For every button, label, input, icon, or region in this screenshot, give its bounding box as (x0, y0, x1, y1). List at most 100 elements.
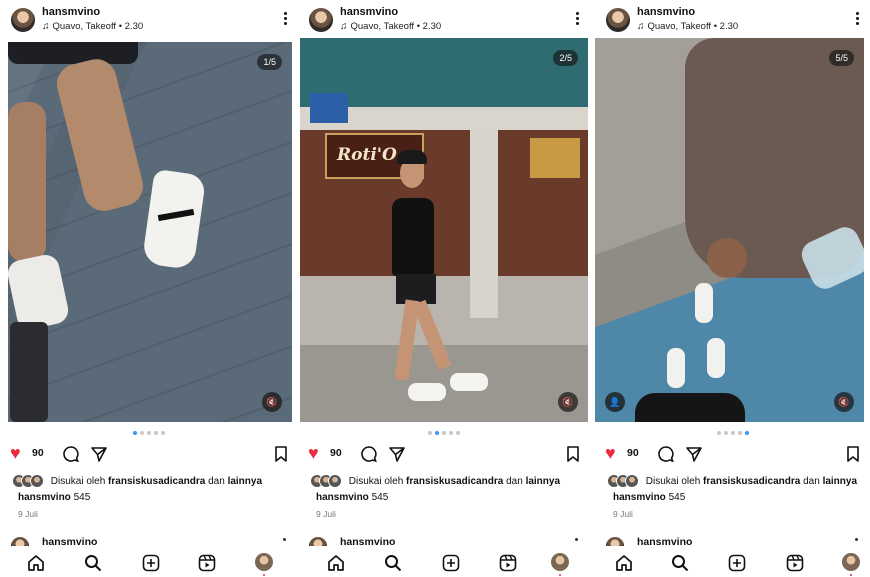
liked-by-others[interactable]: lainnya (526, 476, 560, 487)
liked-by-user[interactable]: fransiskusadicandra (703, 476, 800, 487)
post-username[interactable]: hansmvino (42, 6, 100, 18)
next-post-header: hansmvino (0, 532, 298, 555)
foreground-blur (10, 322, 48, 422)
liked-by[interactable]: Disukai oleh fransiskusadicandra dan lai… (12, 474, 294, 488)
profile-avatar[interactable] (255, 553, 273, 571)
liked-by[interactable]: Disukai oleh fransiskusadicandra dan lai… (310, 474, 586, 488)
post-panel-2: hansmvino ♫ Quavo, Takeoff • 2.30 Roti'O … (298, 0, 590, 577)
home-icon[interactable] (615, 554, 633, 572)
send-icon[interactable] (685, 445, 703, 463)
avatar[interactable] (11, 8, 35, 32)
avatar[interactable] (606, 8, 630, 32)
profile-avatar[interactable] (551, 553, 569, 571)
caption: hansmvino 545 (613, 492, 685, 503)
caption-username[interactable]: hansmvino (316, 492, 369, 503)
leg-left-shape (8, 102, 46, 262)
bookmark-icon[interactable] (566, 445, 580, 463)
audio-label: Quavo, Takeoff • 2.30 (350, 21, 442, 32)
action-bar: ♥ 90 (605, 444, 860, 464)
liked-by-suffix: dan (208, 475, 225, 487)
shorts-shape (8, 42, 138, 64)
bottom-nav (298, 546, 590, 577)
reels-icon[interactable] (499, 554, 517, 572)
comment-icon[interactable] (360, 445, 378, 463)
action-bar: ♥ 90 (10, 444, 288, 464)
heart-filled-icon[interactable]: ♥ (605, 444, 616, 462)
comment-icon[interactable] (657, 445, 675, 463)
search-icon[interactable] (84, 554, 102, 572)
post-photo[interactable]: Roti'O 2/5 🔇 (300, 38, 588, 422)
create-icon[interactable] (142, 554, 160, 572)
image-counter: 5/5 (829, 50, 854, 66)
reels-icon[interactable] (198, 554, 216, 572)
caption-username[interactable]: hansmvino (18, 492, 71, 503)
post-username[interactable]: hansmvino (637, 6, 695, 18)
speaker-muted-icon[interactable]: 🔇 (558, 392, 578, 412)
lamp-panel (530, 138, 580, 178)
home-icon[interactable] (27, 554, 45, 572)
next-post-header: hansmvino (298, 532, 590, 555)
post-username[interactable]: hansmvino (340, 6, 398, 18)
create-icon[interactable] (442, 554, 460, 572)
like-count[interactable]: 90 (627, 447, 639, 459)
reels-icon[interactable] (786, 554, 804, 572)
liked-by-others[interactable]: lainnya (823, 476, 857, 487)
liked-by-prefix: Disukai oleh (348, 475, 404, 487)
home-icon[interactable] (327, 554, 345, 572)
search-icon[interactable] (671, 554, 689, 572)
search-icon[interactable] (384, 554, 402, 572)
caption-text: 545 (668, 492, 686, 503)
heart-filled-icon[interactable]: ♥ (308, 444, 319, 462)
speaker-muted-icon[interactable]: 🔇 (262, 392, 282, 412)
notification-dot (850, 574, 852, 576)
audio-info[interactable]: ♫ Quavo, Takeoff • 2.30 (42, 21, 143, 32)
more-dot[interactable] (575, 538, 578, 541)
carousel-indicator (298, 431, 590, 435)
runner-hair (397, 150, 427, 164)
bookmark-icon[interactable] (274, 445, 288, 463)
bookmark-icon[interactable] (846, 445, 860, 463)
hand-shape (707, 238, 747, 278)
post-photo[interactable]: 5/5 👤 🔇 (595, 38, 864, 422)
leg-shape (52, 54, 148, 216)
liked-by-user[interactable]: fransiskusadicandra (406, 476, 503, 487)
liked-by-others[interactable]: lainnya (228, 476, 262, 487)
profile-avatar[interactable] (842, 553, 860, 571)
more-options-button[interactable] (856, 12, 860, 27)
user-tag-icon[interactable]: 👤 (605, 392, 625, 412)
post-photo[interactable]: 1/5 🔇 (8, 42, 292, 422)
caption-text: 545 (371, 492, 389, 503)
create-icon[interactable] (728, 554, 746, 572)
more-dot[interactable] (283, 538, 286, 541)
legs-bottom-shape (635, 393, 745, 422)
shop-sign-text: Roti'O (337, 145, 397, 165)
like-count[interactable]: 90 (330, 447, 342, 459)
send-icon[interactable] (388, 445, 406, 463)
liked-by-prefix: Disukai oleh (50, 475, 106, 487)
like-count[interactable]: 90 (32, 447, 44, 459)
liker-avatar (328, 474, 342, 488)
heart-filled-icon[interactable]: ♥ (10, 444, 21, 462)
more-dot[interactable] (855, 538, 858, 541)
speaker-muted-icon[interactable]: 🔇 (834, 392, 854, 412)
audio-info[interactable]: ♫ Quavo, Takeoff • 2.30 (340, 21, 441, 32)
caption: hansmvino 545 (316, 492, 388, 503)
liked-by[interactable]: Disukai oleh fransiskusadicandra dan lai… (607, 474, 866, 488)
runner-shorts (396, 274, 436, 304)
music-note-icon: ♫ (637, 21, 645, 32)
send-icon[interactable] (90, 445, 108, 463)
bottom-nav (595, 546, 870, 577)
avatar[interactable] (309, 8, 333, 32)
shoe-shape (707, 338, 725, 378)
caption-username[interactable]: hansmvino (613, 492, 666, 503)
next-post-header: hansmvino (595, 532, 870, 555)
liked-by-user[interactable]: fransiskusadicandra (108, 476, 205, 487)
more-options-button[interactable] (284, 12, 288, 27)
audio-info[interactable]: ♫ Quavo, Takeoff • 2.30 (637, 21, 738, 32)
runner-shoe (450, 373, 488, 391)
more-options-button[interactable] (576, 12, 580, 27)
pillar-shape (470, 128, 498, 318)
comment-icon[interactable] (62, 445, 80, 463)
post-header: hansmvino ♫ Quavo, Takeoff • 2.30 (0, 0, 298, 40)
carousel-indicator (0, 431, 298, 435)
